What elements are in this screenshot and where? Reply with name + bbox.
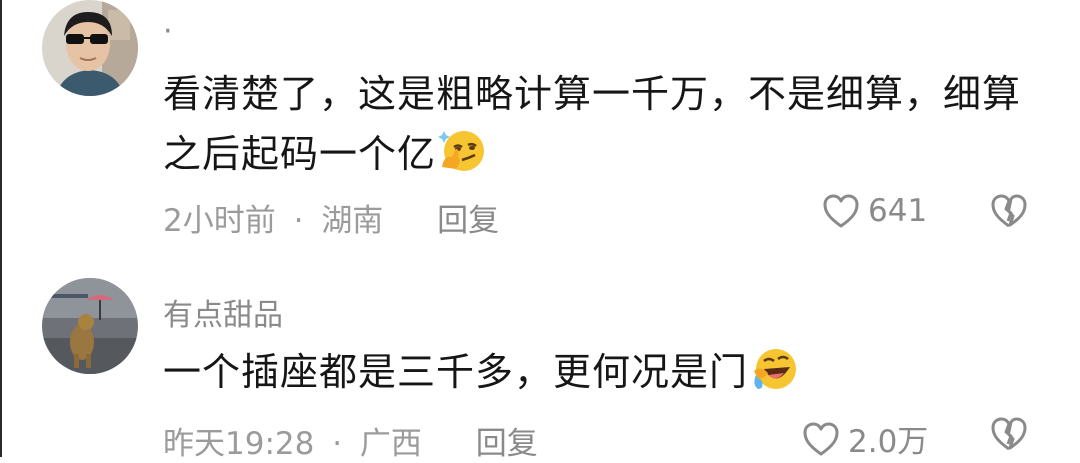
like-count: 641 — [868, 193, 928, 229]
like-button[interactable]: 2.0万 — [802, 416, 928, 461]
avatar[interactable] — [42, 0, 138, 96]
dislike-button[interactable] — [990, 193, 1028, 233]
dislike-button[interactable] — [990, 416, 1028, 456]
comment-item: 有点甜品 一个插座都是三千多，更何况是门 昨天19:28 · 广西 回复 2.0… — [0, 278, 1080, 462]
reply-button[interactable]: 回复 — [437, 195, 499, 240]
comment-meta: 昨天19:28 · 广西 回复 — [163, 418, 538, 463]
smirk-hand-icon — [438, 127, 486, 192]
comment-location: 广西 — [359, 426, 422, 462]
laugh-cry-icon — [750, 345, 798, 410]
reply-button[interactable]: 回复 — [476, 418, 538, 463]
broken-heart-icon — [991, 417, 1027, 451]
like-count: 2.0万 — [848, 424, 929, 460]
heart-icon — [803, 422, 839, 455]
comment-text-line: 看清楚了，这是粗略计算一千万，不是细算，细算 — [163, 72, 1022, 116]
comment-text-line: 一个插座都是三千多，更何况是门 — [163, 342, 1043, 410]
username[interactable]: · — [163, 14, 173, 49]
comment-meta: 2小时前 · 湖南 回复 — [163, 195, 499, 240]
like-button[interactable]: 641 — [822, 193, 927, 229]
comment-time: 昨天19:28 — [163, 426, 315, 462]
comment-item: · 看清楚了，这是粗略计算一千万，不是细算，细算 之后起码一个亿 2小时前 · … — [0, 0, 1080, 240]
broken-heart-icon — [991, 194, 1027, 228]
comment-text-line-2: 之后起码一个亿 — [163, 124, 1043, 192]
heart-icon — [823, 194, 859, 228]
meta-separator: · — [293, 203, 304, 239]
comment-location: 湖南 — [321, 203, 384, 239]
comment-text: 看清楚了，这是粗略计算一千万，不是细算，细算 之后起码一个亿 — [163, 64, 1043, 192]
avatar[interactable] — [42, 278, 138, 374]
comment-text: 一个插座都是三千多，更何况是门 — [163, 342, 1043, 410]
comment-time: 2小时前 — [163, 203, 276, 239]
username[interactable]: 有点甜品 — [163, 290, 283, 334]
